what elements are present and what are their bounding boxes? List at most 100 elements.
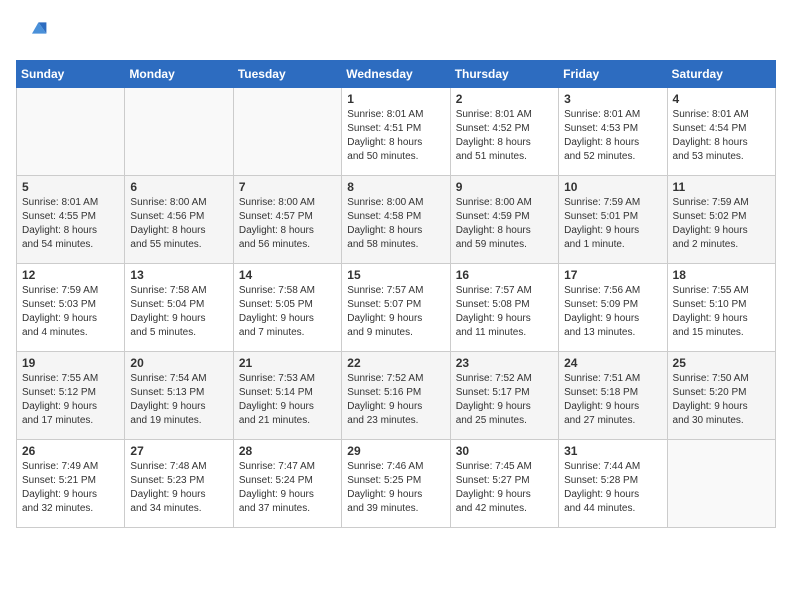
week-row-2: 5 Sunrise: 8:01 AM Sunset: 4:55 PM Daylig… xyxy=(17,176,776,264)
day-number: 31 xyxy=(564,444,661,458)
day-cell-2: 2 Sunrise: 8:01 AM Sunset: 4:52 PM Daylig… xyxy=(450,88,558,176)
logo-icon xyxy=(16,16,48,48)
day-number: 21 xyxy=(239,356,336,370)
day-info: Sunrise: 7:45 AM Sunset: 5:27 PM Dayligh… xyxy=(456,460,553,516)
logo xyxy=(16,16,52,48)
day-info: Sunrise: 8:00 AM Sunset: 4:59 PM Dayligh… xyxy=(456,196,553,252)
day-cell-21: 21 Sunrise: 7:53 AM Sunset: 5:14 PM Dayli… xyxy=(233,352,341,440)
day-number: 8 xyxy=(347,180,444,194)
day-number: 2 xyxy=(456,92,553,106)
weekday-header-row: SundayMondayTuesdayWednesdayThursdayFrid… xyxy=(17,61,776,88)
day-cell-25: 25 Sunrise: 7:50 AM Sunset: 5:20 PM Dayli… xyxy=(667,352,775,440)
day-info: Sunrise: 7:50 AM Sunset: 5:20 PM Dayligh… xyxy=(673,372,770,428)
weekday-header-saturday: Saturday xyxy=(667,61,775,88)
day-info: Sunrise: 7:58 AM Sunset: 5:05 PM Dayligh… xyxy=(239,284,336,340)
day-info: Sunrise: 7:55 AM Sunset: 5:12 PM Dayligh… xyxy=(22,372,119,428)
week-row-3: 12 Sunrise: 7:59 AM Sunset: 5:03 PM Dayli… xyxy=(17,264,776,352)
day-cell-9: 9 Sunrise: 8:00 AM Sunset: 4:59 PM Daylig… xyxy=(450,176,558,264)
day-cell-24: 24Sunrise: 7:51 AM Sunset: 5:18 PM Dayli… xyxy=(559,352,667,440)
day-cell-7: 7 Sunrise: 8:00 AM Sunset: 4:57 PM Daylig… xyxy=(233,176,341,264)
day-cell-31: 31 Sunrise: 7:44 AM Sunset: 5:28 PM Dayli… xyxy=(559,440,667,528)
week-row-4: 19 Sunrise: 7:55 AM Sunset: 5:12 PM Dayli… xyxy=(17,352,776,440)
day-cell-30: 30 Sunrise: 7:45 AM Sunset: 5:27 PM Dayli… xyxy=(450,440,558,528)
day-cell-3: 3 Sunrise: 8:01 AM Sunset: 4:53 PM Daylig… xyxy=(559,88,667,176)
day-number: 25 xyxy=(673,356,770,370)
weekday-header-thursday: Thursday xyxy=(450,61,558,88)
day-number: 6 xyxy=(130,180,227,194)
day-cell-20: 20Sunrise: 7:54 AM Sunset: 5:13 PM Dayli… xyxy=(125,352,233,440)
day-number: 15 xyxy=(347,268,444,282)
day-info: Sunrise: 7:59 AM Sunset: 5:01 PM Dayligh… xyxy=(564,196,661,252)
day-number: 17 xyxy=(564,268,661,282)
day-info: Sunrise: 7:52 AM Sunset: 5:16 PM Dayligh… xyxy=(347,372,444,428)
day-number: 9 xyxy=(456,180,553,194)
day-number: 13 xyxy=(130,268,227,282)
day-info: Sunrise: 7:59 AM Sunset: 5:02 PM Dayligh… xyxy=(673,196,770,252)
week-row-5: 26 Sunrise: 7:49 AM Sunset: 5:21 PM Dayli… xyxy=(17,440,776,528)
day-number: 7 xyxy=(239,180,336,194)
day-number: 26 xyxy=(22,444,119,458)
day-number: 10 xyxy=(564,180,661,194)
day-info: Sunrise: 7:44 AM Sunset: 5:28 PM Dayligh… xyxy=(564,460,661,516)
day-number: 18 xyxy=(673,268,770,282)
page-header xyxy=(16,16,776,48)
day-number: 22 xyxy=(347,356,444,370)
day-number: 23 xyxy=(456,356,553,370)
day-cell-1: 1Sunrise: 8:01 AM Sunset: 4:51 PM Daylig… xyxy=(342,88,450,176)
day-info: Sunrise: 7:46 AM Sunset: 5:25 PM Dayligh… xyxy=(347,460,444,516)
day-cell-14: 14 Sunrise: 7:58 AM Sunset: 5:05 PM Dayli… xyxy=(233,264,341,352)
day-cell-29: 29Sunrise: 7:46 AM Sunset: 5:25 PM Dayli… xyxy=(342,440,450,528)
day-number: 11 xyxy=(673,180,770,194)
day-number: 27 xyxy=(130,444,227,458)
day-cell-6: 6 Sunrise: 8:00 AM Sunset: 4:56 PM Daylig… xyxy=(125,176,233,264)
day-number: 30 xyxy=(456,444,553,458)
day-cell-8: 8 Sunrise: 8:00 AM Sunset: 4:58 PM Daylig… xyxy=(342,176,450,264)
day-number: 4 xyxy=(673,92,770,106)
day-info: Sunrise: 7:49 AM Sunset: 5:21 PM Dayligh… xyxy=(22,460,119,516)
empty-cell xyxy=(17,88,125,176)
weekday-header-sunday: Sunday xyxy=(17,61,125,88)
day-cell-23: 23 Sunrise: 7:52 AM Sunset: 5:17 PM Dayli… xyxy=(450,352,558,440)
day-number: 19 xyxy=(22,356,119,370)
day-cell-13: 13 Sunrise: 7:58 AM Sunset: 5:04 PM Dayli… xyxy=(125,264,233,352)
weekday-header-friday: Friday xyxy=(559,61,667,88)
day-number: 5 xyxy=(22,180,119,194)
day-cell-18: 18 Sunrise: 7:55 AM Sunset: 5:10 PM Dayli… xyxy=(667,264,775,352)
day-cell-28: 28 Sunrise: 7:47 AM Sunset: 5:24 PM Dayli… xyxy=(233,440,341,528)
day-info: Sunrise: 8:01 AM Sunset: 4:52 PM Dayligh… xyxy=(456,108,553,164)
day-info: Sunrise: 8:00 AM Sunset: 4:57 PM Dayligh… xyxy=(239,196,336,252)
day-cell-27: 27 Sunrise: 7:48 AM Sunset: 5:23 PM Dayli… xyxy=(125,440,233,528)
day-cell-4: 4Sunrise: 8:01 AM Sunset: 4:54 PM Daylig… xyxy=(667,88,775,176)
day-cell-11: 11 Sunrise: 7:59 AM Sunset: 5:02 PM Dayli… xyxy=(667,176,775,264)
day-info: Sunrise: 7:54 AM Sunset: 5:13 PM Dayligh… xyxy=(130,372,227,428)
day-number: 14 xyxy=(239,268,336,282)
day-cell-17: 17 Sunrise: 7:56 AM Sunset: 5:09 PM Dayli… xyxy=(559,264,667,352)
day-cell-15: 15 Sunrise: 7:57 AM Sunset: 5:07 PM Dayli… xyxy=(342,264,450,352)
day-info: Sunrise: 7:58 AM Sunset: 5:04 PM Dayligh… xyxy=(130,284,227,340)
day-info: Sunrise: 7:47 AM Sunset: 5:24 PM Dayligh… xyxy=(239,460,336,516)
day-cell-5: 5 Sunrise: 8:01 AM Sunset: 4:55 PM Daylig… xyxy=(17,176,125,264)
day-number: 28 xyxy=(239,444,336,458)
day-info: Sunrise: 7:59 AM Sunset: 5:03 PM Dayligh… xyxy=(22,284,119,340)
day-cell-16: 16Sunrise: 7:57 AM Sunset: 5:08 PM Dayli… xyxy=(450,264,558,352)
empty-cell xyxy=(667,440,775,528)
day-number: 3 xyxy=(564,92,661,106)
day-info: Sunrise: 8:00 AM Sunset: 4:58 PM Dayligh… xyxy=(347,196,444,252)
day-cell-12: 12 Sunrise: 7:59 AM Sunset: 5:03 PM Dayli… xyxy=(17,264,125,352)
day-info: Sunrise: 7:48 AM Sunset: 5:23 PM Dayligh… xyxy=(130,460,227,516)
day-info: Sunrise: 7:52 AM Sunset: 5:17 PM Dayligh… xyxy=(456,372,553,428)
day-number: 12 xyxy=(22,268,119,282)
day-cell-26: 26 Sunrise: 7:49 AM Sunset: 5:21 PM Dayli… xyxy=(17,440,125,528)
day-info: Sunrise: 8:00 AM Sunset: 4:56 PM Dayligh… xyxy=(130,196,227,252)
day-info: Sunrise: 7:57 AM Sunset: 5:07 PM Dayligh… xyxy=(347,284,444,340)
day-info: Sunrise: 8:01 AM Sunset: 4:53 PM Dayligh… xyxy=(564,108,661,164)
empty-cell xyxy=(233,88,341,176)
day-info: Sunrise: 8:01 AM Sunset: 4:55 PM Dayligh… xyxy=(22,196,119,252)
day-info: Sunrise: 7:53 AM Sunset: 5:14 PM Dayligh… xyxy=(239,372,336,428)
day-info: Sunrise: 7:55 AM Sunset: 5:10 PM Dayligh… xyxy=(673,284,770,340)
day-info: Sunrise: 7:51 AM Sunset: 5:18 PM Dayligh… xyxy=(564,372,661,428)
weekday-header-monday: Monday xyxy=(125,61,233,88)
day-info: Sunrise: 7:56 AM Sunset: 5:09 PM Dayligh… xyxy=(564,284,661,340)
week-row-1: 1Sunrise: 8:01 AM Sunset: 4:51 PM Daylig… xyxy=(17,88,776,176)
day-number: 1 xyxy=(347,92,444,106)
